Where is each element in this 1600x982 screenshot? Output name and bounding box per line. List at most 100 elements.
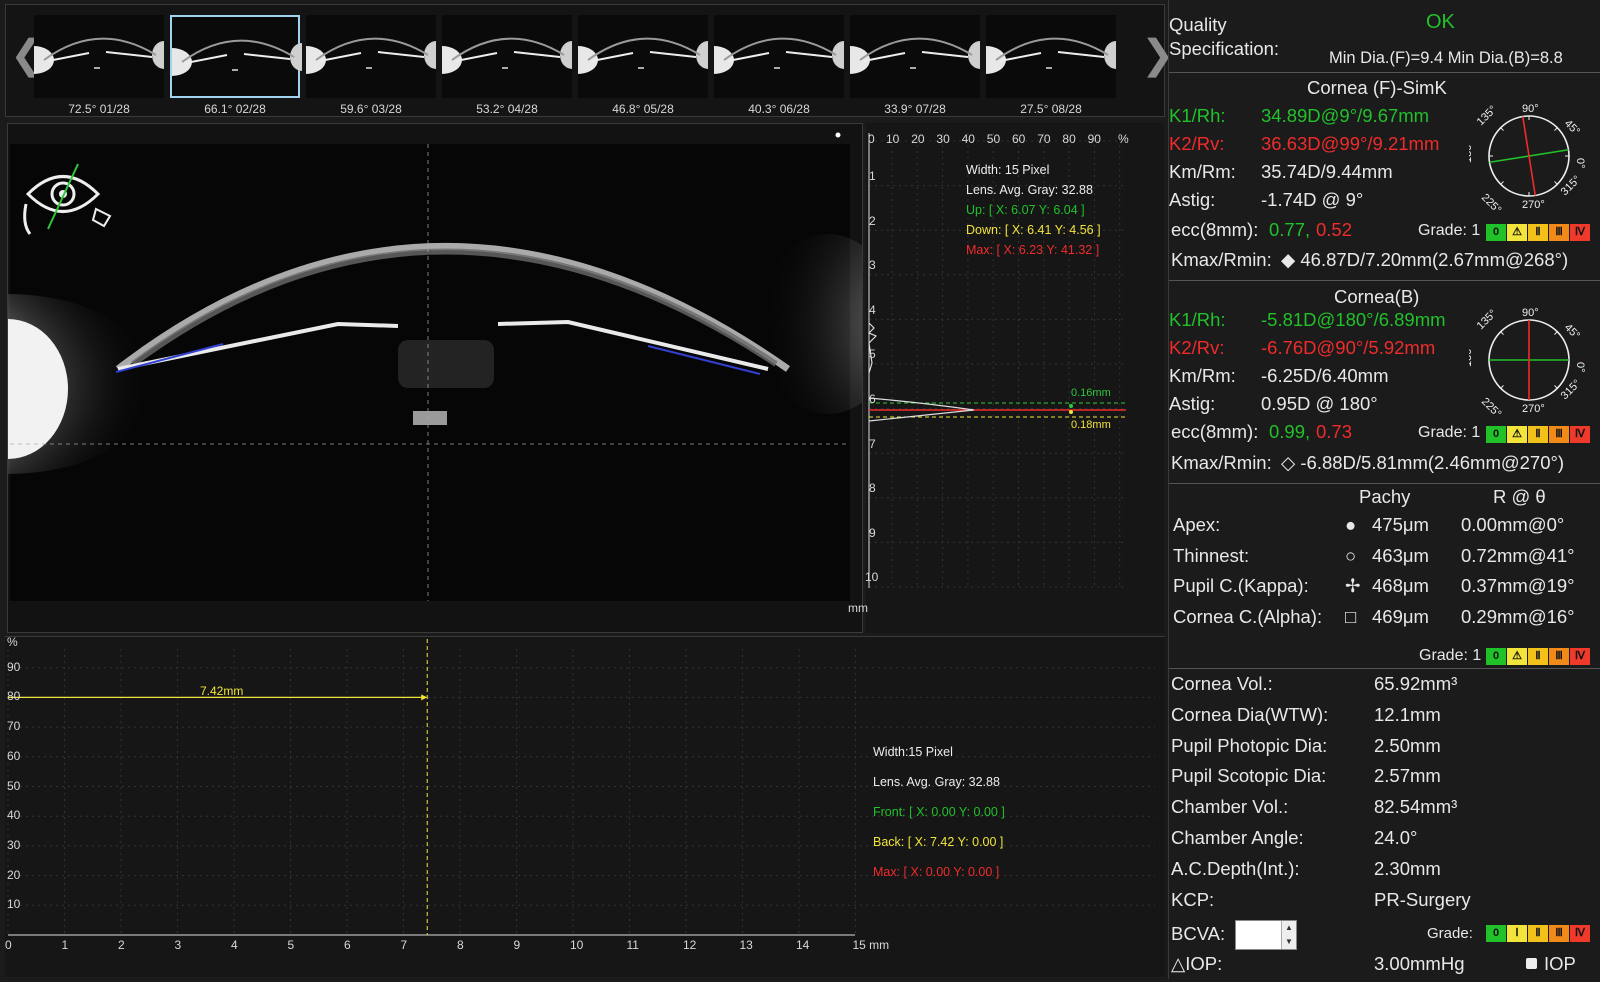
front-axis-dial: 90°45°135°180°0°225° 270°315°: [1469, 103, 1586, 217]
pachy-row-label: Cornea C.(Alpha):: [1173, 605, 1323, 627]
profile-x-tick: 90: [1087, 132, 1101, 146]
dial-label: 225°: [1479, 192, 1504, 217]
pachy-row-r-theta: 0.72mm@41°: [1461, 544, 1575, 566]
graph-front: Front: [ X: 0.00 Y: 0.00 ]: [873, 805, 1005, 819]
graph-y-tick: 40: [7, 808, 21, 823]
grade-level: Ⅲ: [1549, 925, 1569, 942]
metric-label: A.C.Depth(Int.):: [1171, 857, 1300, 879]
dial-label: 90°: [1522, 307, 1539, 319]
pachy-row-value: 468μm: [1372, 575, 1429, 596]
thumbnail-2[interactable]: [170, 15, 302, 98]
profile-x-tick: 70: [1037, 132, 1051, 146]
graph-y-tick: 90: [7, 659, 21, 674]
profile-x-tick: 10: [886, 132, 900, 146]
thumbnail-6[interactable]: [714, 15, 844, 98]
quality-label-1: Quality: [1169, 14, 1227, 35]
back-grade-label: Grade: 1: [1418, 424, 1481, 441]
pachy-grade-bar: 0 ⚠ Ⅱ Ⅲ Ⅳ: [1486, 648, 1591, 665]
pachy-row-symbol: ○: [1345, 544, 1357, 566]
thumbnail-5[interactable]: [578, 15, 708, 98]
grade-level: ⚠: [1507, 648, 1527, 665]
thumbnail-caption-3: 59.6° 03/28: [340, 102, 402, 116]
graph-y-tick: 50: [7, 778, 21, 793]
density-profile-chart: 0 10 20 30 40 50 60 70 80 90% 1 2 3 4 5 6 7 8 9 10 mm Wid…: [848, 123, 1164, 633]
graph-x-tick: 10: [570, 938, 584, 952]
profile-x-tick: 60: [1012, 132, 1026, 146]
graph-x-tick: 4: [231, 938, 238, 952]
front-kmax-label: Kmax/Rmin:: [1171, 249, 1272, 270]
dial-label: 0°: [1574, 362, 1586, 373]
front-k2-label: K2/Rv:: [1169, 133, 1225, 154]
dial-label: 225°: [1479, 396, 1504, 421]
pachy-row-symbol: □: [1345, 605, 1357, 627]
front-kmax-value: ◆ 46.87D/7.20mm(2.67mm@268°): [1281, 249, 1569, 270]
iop-label: △IOP:: [1171, 953, 1223, 974]
metric-value: PR-Surgery: [1374, 888, 1471, 910]
profile-avg-gray: Lens. Avg. Gray: 32.88: [966, 183, 1093, 197]
graph-x-tick: 14: [796, 938, 810, 952]
grade-level: Ⅳ: [1570, 426, 1590, 443]
graph-y-tick: 20: [7, 867, 21, 882]
pachy-row-symbol: ✢: [1345, 575, 1361, 596]
thumbnail-3[interactable]: [306, 15, 436, 98]
graph-back: Back: [ X: 7.42 Y: 0.00 ]: [873, 835, 1004, 849]
profile-width: Width: 15 Pixel: [966, 163, 1050, 177]
cornea-back-title: Cornea(B): [1334, 286, 1420, 307]
grade-level: Ⅲ: [1549, 648, 1569, 665]
back-astig-value: 0.95D @ 180°: [1261, 393, 1378, 414]
grade-level: Ⅳ: [1570, 224, 1590, 241]
front-k2-value: 36.63D@99°/9.21mm: [1261, 133, 1440, 154]
graph-x-tick: 7: [400, 938, 408, 952]
grade-level: Ⅱ: [1528, 224, 1548, 241]
pachy-col-header: Pachy: [1359, 486, 1411, 507]
profile-y-tick: 4: [869, 302, 876, 317]
thumbnail-7[interactable]: [850, 15, 980, 98]
bcva-input[interactable]: ▲ ▼: [1235, 920, 1297, 950]
grade-level: Ⅳ: [1570, 925, 1590, 942]
scheimpflug-image[interactable]: [0, 123, 898, 633]
front-astig-value: -1.74D @ 9°: [1261, 189, 1364, 210]
thumbnail-8[interactable]: [986, 15, 1116, 98]
quality-status: OK: [1426, 11, 1455, 33]
grade-level: ⚠: [1507, 426, 1527, 443]
graph-x-tick: 12: [683, 938, 697, 952]
iop-checkbox-label: IOP: [1544, 953, 1576, 974]
profile-down: Down: [ X: 6.41 Y: 4.56 ]: [966, 223, 1101, 237]
pachy-row-symbol: ●: [1345, 514, 1357, 535]
front-grade-bar: 0 ⚠ Ⅱ Ⅲ Ⅳ: [1486, 224, 1591, 241]
back-axis-dial: 90°45°135°180°0°225° 270°315°: [1469, 307, 1586, 421]
front-grade-label: Grade: 1: [1418, 222, 1481, 239]
graph-avg-gray: Lens. Avg. Gray: 32.88: [873, 775, 1000, 789]
graph-y-unit: %: [7, 635, 18, 649]
iop-checkbox[interactable]: [1526, 958, 1537, 969]
grade-level: 0: [1486, 648, 1506, 665]
bcva-grade-label: Grade:: [1427, 925, 1473, 942]
profile-y-tick: 6: [869, 392, 876, 406]
grade-level: Ⅲ: [1549, 224, 1569, 241]
back-astig-label: Astig:: [1169, 393, 1216, 414]
profile-y-tick: 3: [869, 258, 876, 273]
grade-level: 0: [1486, 426, 1506, 443]
grade-level: 0: [1486, 925, 1506, 942]
thumbnail-1[interactable]: [34, 15, 164, 98]
profile-max: Max: [ X: 6.23 Y: 41.32 ]: [966, 243, 1100, 257]
front-km-value: 35.74D/9.44mm: [1261, 161, 1393, 182]
bcva-spinner[interactable]: ▲ ▼: [1281, 921, 1296, 949]
thumbnail-caption-5: 46.8° 05/28: [612, 102, 674, 116]
grade-level: Ⅰ: [1507, 925, 1527, 942]
quality-label-2: Specification:: [1169, 38, 1280, 59]
metric-label: Chamber Vol.:: [1171, 796, 1289, 818]
thumbnail-4[interactable]: [442, 15, 572, 98]
profile-x-tick: 80: [1062, 132, 1076, 146]
profile-y-unit: mm: [848, 601, 868, 615]
graph-x-tick: 15 mm: [852, 938, 890, 952]
pachy-row-value: 469μm: [1372, 605, 1429, 627]
pachy-row-label: Pupil C.(Kappa):: [1173, 575, 1309, 596]
eye-icon[interactable]: [18, 154, 118, 244]
graph-x-tick: 6: [344, 938, 351, 952]
cornea-front-title: Cornea (F)-SimK: [1307, 77, 1447, 98]
profile-y-tick: 2: [869, 213, 876, 228]
metric-value: 65.92mm³: [1374, 673, 1458, 694]
back-km-value: -6.25D/6.40mm: [1261, 365, 1389, 386]
dial-label: 135°: [1475, 104, 1500, 129]
